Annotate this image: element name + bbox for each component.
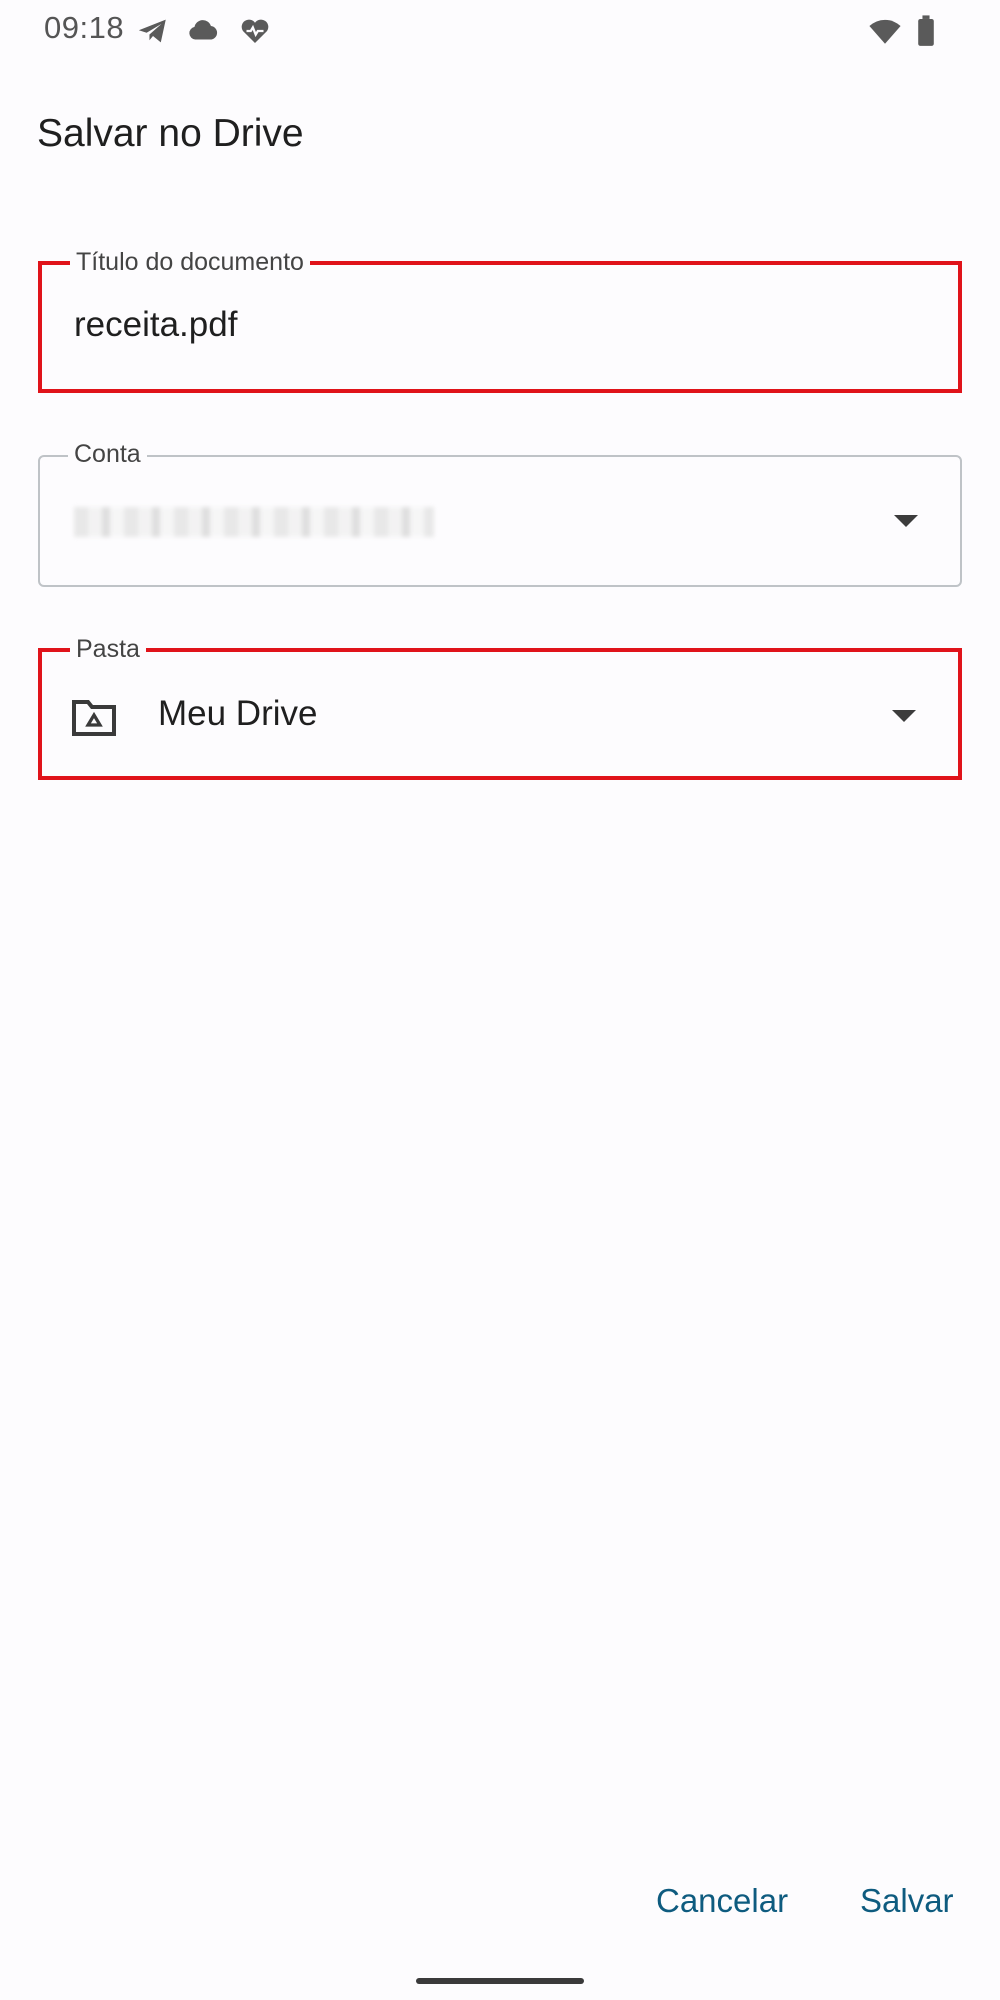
status-time: 09:18 <box>44 10 125 45</box>
account-label: Conta <box>68 437 147 471</box>
document-title-input[interactable]: receita.pdf <box>74 305 237 345</box>
document-title-field[interactable]: Título do documento receita.pdf <box>38 245 962 393</box>
cancel-button[interactable]: Cancelar <box>656 1882 788 1920</box>
document-title-label: Título do documento <box>70 245 310 279</box>
folder-value: Meu Drive <box>158 694 318 733</box>
folder-label: Pasta <box>70 632 146 666</box>
save-button[interactable]: Salvar <box>860 1882 954 1920</box>
folder-dropdown[interactable]: Pasta Meu Drive <box>38 632 962 780</box>
chevron-down-icon[interactable] <box>892 710 916 722</box>
account-value-redacted <box>74 507 434 537</box>
home-indicator[interactable] <box>416 1978 584 1984</box>
drive-folder-icon <box>70 696 118 738</box>
battery-icon <box>914 14 938 48</box>
telegram-icon <box>136 14 170 48</box>
save-to-drive-screen: 09:18 Salvar no Drive Título do document… <box>0 0 1000 2000</box>
wifi-icon <box>866 14 904 48</box>
account-dropdown[interactable]: Conta <box>38 437 962 587</box>
status-bar: 09:18 <box>0 0 1000 62</box>
heart-pulse-icon <box>238 14 272 48</box>
cloud-icon <box>186 14 220 48</box>
dialog-title: Salvar no Drive <box>37 112 304 155</box>
chevron-down-icon[interactable] <box>894 515 918 527</box>
